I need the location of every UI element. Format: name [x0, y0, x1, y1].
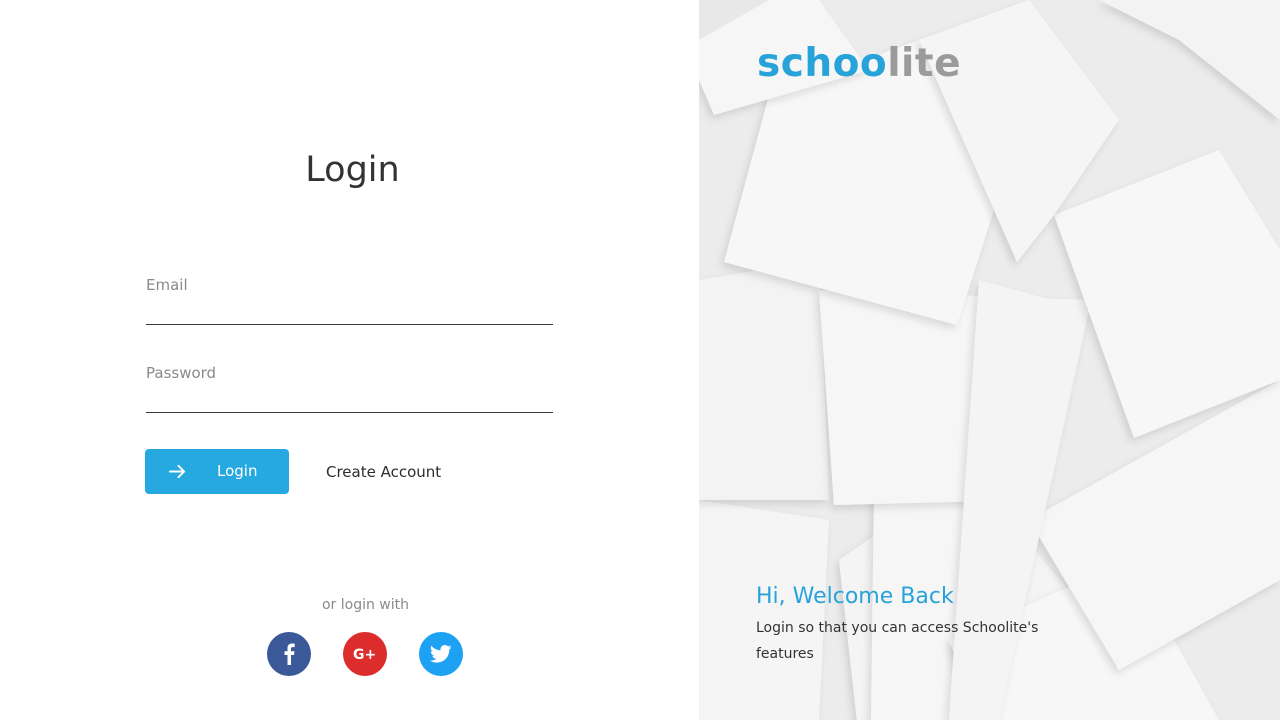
facebook-icon: [284, 643, 295, 665]
email-label: Email: [146, 276, 188, 294]
twitter-login-button[interactable]: [419, 632, 463, 676]
or-login-with-text: or login with: [321, 597, 410, 613]
login-panel: Login Email Password Login Create Accoun…: [0, 0, 699, 720]
login-button[interactable]: Login: [145, 449, 289, 494]
email-input[interactable]: [146, 300, 553, 325]
email-field: Email: [146, 270, 553, 325]
twitter-icon: [430, 645, 452, 663]
google-plus-icon: G+: [353, 647, 376, 662]
svg-text:G+: G+: [353, 647, 376, 662]
facebook-login-button[interactable]: [267, 632, 311, 676]
arrow-right-icon: [168, 464, 186, 479]
password-label: Password: [146, 364, 217, 382]
logo-text-gray: lite: [887, 41, 962, 86]
welcome-panel: schoolite Hi, Welcome Back Login so that…: [699, 0, 1280, 720]
create-account-link[interactable]: Create Account: [326, 462, 441, 482]
page-title: Login: [0, 150, 699, 190]
password-input[interactable]: [146, 388, 553, 413]
google-plus-login-button[interactable]: G+: [343, 632, 387, 676]
welcome-text: Login so that you can access Schoolite's…: [756, 620, 1039, 662]
logo-text: schoolite: [757, 41, 961, 86]
welcome-heading: Hi, Welcome Back: [756, 584, 954, 609]
login-button-label: Login: [217, 462, 258, 480]
logo-text-blue: schoo: [757, 41, 888, 86]
password-field: Password: [146, 358, 553, 413]
schoolite-logo: schoolite: [757, 36, 961, 92]
paper-background-image: [699, 0, 1280, 720]
page-title-text: Login: [305, 150, 400, 190]
